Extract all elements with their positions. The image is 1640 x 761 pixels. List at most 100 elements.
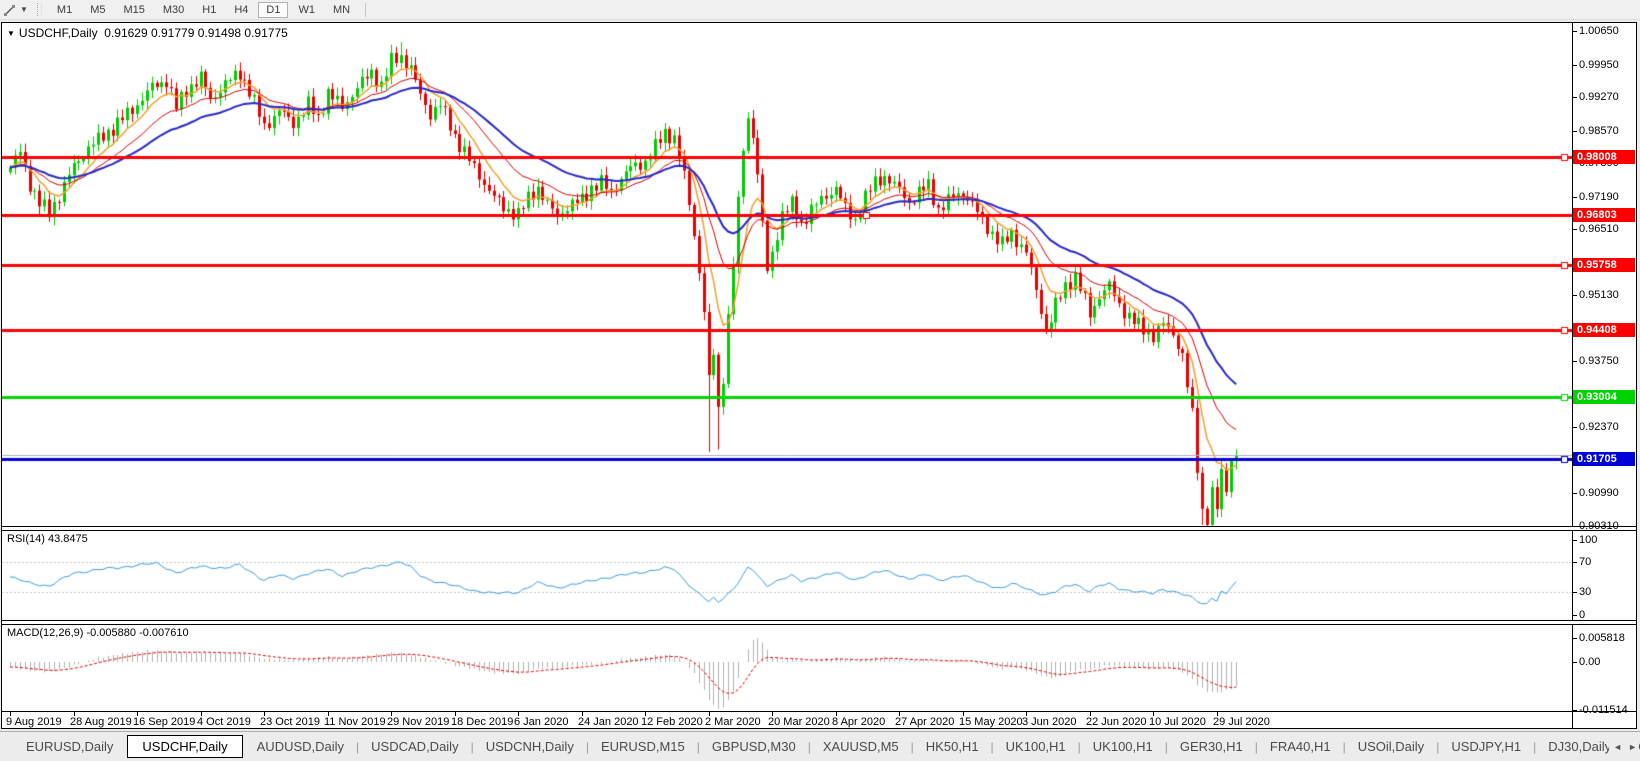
date-label: 11 Nov 2019 xyxy=(324,716,386,728)
date-label: 24 Jan 2020 xyxy=(578,716,639,728)
chart-tab-usdchf-daily-1[interactable]: USDCHF,Daily xyxy=(127,735,243,758)
date-axis: 9 Aug 2019 28 Aug 2019 16 Sep 2019 4 Oct 20… xyxy=(2,711,1636,728)
axis-tick xyxy=(1573,31,1577,32)
chart-tab-gbpusd-m30-6[interactable]: GBPUSD,M30 xyxy=(700,736,808,757)
price-tick-label: 0.90990 xyxy=(1579,487,1619,499)
macd-axis: 0.005818 0.00 -0.011514 xyxy=(1572,625,1636,716)
chart-tab-usoil-daily-13[interactable]: USOil,Daily xyxy=(1346,736,1436,757)
rsi-axis: 100 70 30 0 xyxy=(1572,531,1636,621)
chart-tab-hk50-h1-8[interactable]: HK50,H1 xyxy=(914,736,991,757)
price-tick-label: 0.93750 xyxy=(1579,355,1619,367)
axis-tick xyxy=(1573,65,1577,66)
axis-tick xyxy=(1573,427,1577,428)
tab-scroll-right-icon[interactable]: ► xyxy=(1628,742,1637,752)
price-axis: 1.006500.999500.992700.985700.978900.971… xyxy=(1572,23,1636,532)
chart-tab-bar: EURUSD,Daily USDCHF,Daily AUDUSD,Daily | USD… xyxy=(0,731,1640,761)
timeframe-d1[interactable]: D1 xyxy=(258,1,289,18)
chart-tab-eurusd-daily-0[interactable]: EURUSD,Daily xyxy=(14,736,125,757)
price-tick-label: 1.00650 xyxy=(1579,25,1619,37)
price-line-badge: 0.94408 xyxy=(1573,323,1635,337)
axis-tick xyxy=(1573,197,1577,198)
timeframe-m30[interactable]: M30 xyxy=(155,2,192,18)
axis-tick xyxy=(1573,229,1577,230)
timeframe-m15[interactable]: M15 xyxy=(115,2,152,18)
timeframe-h4[interactable]: H4 xyxy=(226,2,256,18)
axis-tick xyxy=(1573,526,1577,527)
date-label: 4 Oct 2019 xyxy=(197,716,251,728)
rsi-tick-label: 30 xyxy=(1579,586,1592,598)
timeframe-mn[interactable]: MN xyxy=(325,2,358,18)
date-label: 9 Aug 2019 xyxy=(6,716,62,728)
axis-tick xyxy=(1573,615,1577,616)
macd-plot[interactable]: MACD(12,26,9) -0.005880 -0.007610 xyxy=(2,625,1572,711)
price-line-badge: 0.91705 xyxy=(1573,452,1635,466)
macd-pane: MACD(12,26,9) -0.005880 -0.007610 0.0058… xyxy=(2,625,1636,716)
axis-tick xyxy=(1573,592,1577,593)
chart-tab-usdcad-daily-3[interactable]: USDCAD,Daily xyxy=(359,736,470,757)
date-labels[interactable]: 9 Aug 2019 28 Aug 2019 16 Sep 2019 4 Oct 20… xyxy=(2,712,1572,728)
top-toolbar: ▼ M1 M5 M15 M30 H1 H4 D1 W1 MN xyxy=(0,0,1640,20)
tab-scroll-left-icon[interactable]: ◄ xyxy=(1613,742,1622,752)
macd-canvas[interactable] xyxy=(2,625,1572,711)
rsi-pane: RSI(14) 43.8475 100 70 30 0 xyxy=(2,531,1636,621)
axis-corner xyxy=(1572,712,1636,728)
chart-tab-audusd-daily-2[interactable]: AUDUSD,Daily xyxy=(245,736,356,757)
timeframe-buttons: M1 M5 M15 M30 H1 H4 D1 W1 MN xyxy=(48,1,359,18)
timeframe-m1[interactable]: M1 xyxy=(49,2,80,18)
date-label: 15 May 2020 xyxy=(959,716,1023,728)
rsi-label: RSI(14) 43.8475 xyxy=(7,533,88,545)
macd-tick-label: 0.005818 xyxy=(1579,632,1625,644)
toolbar-separator xyxy=(365,2,367,17)
price-canvas[interactable] xyxy=(2,23,1572,526)
price-tick-label: 0.98570 xyxy=(1579,125,1619,137)
chart-tab-fra40-h1-12[interactable]: FRA40,H1 xyxy=(1258,736,1343,757)
tab-scroll-buttons: ◄ ► xyxy=(1609,732,1637,761)
chart-tab-usdjpy-h1-14[interactable]: USDJPY,H1 xyxy=(1439,736,1533,757)
price-tick-label: 0.96510 xyxy=(1579,223,1619,235)
date-label: 29 Jul 2020 xyxy=(1213,716,1270,728)
rsi-tick-label: 70 xyxy=(1579,556,1592,568)
chart-tabs: EURUSD,Daily USDCHF,Daily AUDUSD,Daily | USD… xyxy=(14,735,1640,758)
chart-tab-eurusd-m15-5[interactable]: EURUSD,M15 xyxy=(589,736,697,757)
axis-tick xyxy=(1573,493,1577,494)
date-label: 22 Jun 2020 xyxy=(1086,716,1147,728)
axis-tick xyxy=(1573,562,1577,563)
timeframe-m5[interactable]: M5 xyxy=(82,2,113,18)
date-label: 2 Mar 2020 xyxy=(705,716,761,728)
collapse-arrow-icon[interactable]: ▼ xyxy=(7,29,15,38)
chart-title: ▼ USDCHF,Daily 0.91629 0.91779 0.91498 0.… xyxy=(7,26,288,40)
price-line-badge: 0.96803 xyxy=(1573,208,1635,222)
date-label: 23 Oct 2019 xyxy=(260,716,320,728)
timeframe-w1[interactable]: W1 xyxy=(290,2,323,18)
ohlc-values: 0.91629 0.91779 0.91498 0.91775 xyxy=(104,26,288,40)
axis-tick xyxy=(1573,295,1577,296)
axis-tick xyxy=(1573,540,1577,541)
rsi-tick-label: 0 xyxy=(1579,609,1586,621)
axis-tick xyxy=(1573,97,1577,98)
rsi-tick-label: 100 xyxy=(1579,534,1598,546)
rsi-canvas[interactable] xyxy=(2,531,1572,620)
chart-window: ▼ USDCHF,Daily 0.91629 0.91779 0.91498 0.… xyxy=(1,22,1637,729)
price-line-badge: 0.93004 xyxy=(1573,390,1635,404)
chart-tab-uk100-h1-10[interactable]: UK100,H1 xyxy=(1081,736,1165,757)
price-tick-label: 0.97190 xyxy=(1579,191,1619,203)
date-label: 8 Apr 2020 xyxy=(832,716,886,728)
chart-tab-uk100-h1-9[interactable]: UK100,H1 xyxy=(994,736,1078,757)
date-label: 28 Aug 2019 xyxy=(70,716,132,728)
chart-tab-ger30-h1-11[interactable]: GER30,H1 xyxy=(1168,736,1255,757)
axis-tick xyxy=(1573,361,1577,362)
symbol-title: USDCHF,Daily xyxy=(18,26,98,40)
chart-tab-xauusd-m5-7[interactable]: XAUUSD,M5 xyxy=(811,736,911,757)
date-label: 18 Dec 2019 xyxy=(451,716,514,728)
tool-dropdown-caret-icon[interactable]: ▼ xyxy=(20,5,28,14)
chart-tab-usdcnh-daily-4[interactable]: USDCNH,Daily xyxy=(474,736,586,757)
price-plot[interactable]: ▼ USDCHF,Daily 0.91629 0.91779 0.91498 0.… xyxy=(2,23,1572,526)
date-label: 27 Apr 2020 xyxy=(895,716,955,728)
rsi-plot[interactable]: RSI(14) 43.8475 xyxy=(2,531,1572,620)
toolbar-grip[interactable] xyxy=(36,3,42,16)
date-label: 6 Jan 2020 xyxy=(514,716,569,728)
price-line-badge: 0.98008 xyxy=(1573,150,1635,164)
price-tick-label: 0.95130 xyxy=(1579,289,1619,301)
timeframe-h1[interactable]: H1 xyxy=(194,2,224,18)
chart-cursor-tool-icon[interactable] xyxy=(3,3,17,17)
